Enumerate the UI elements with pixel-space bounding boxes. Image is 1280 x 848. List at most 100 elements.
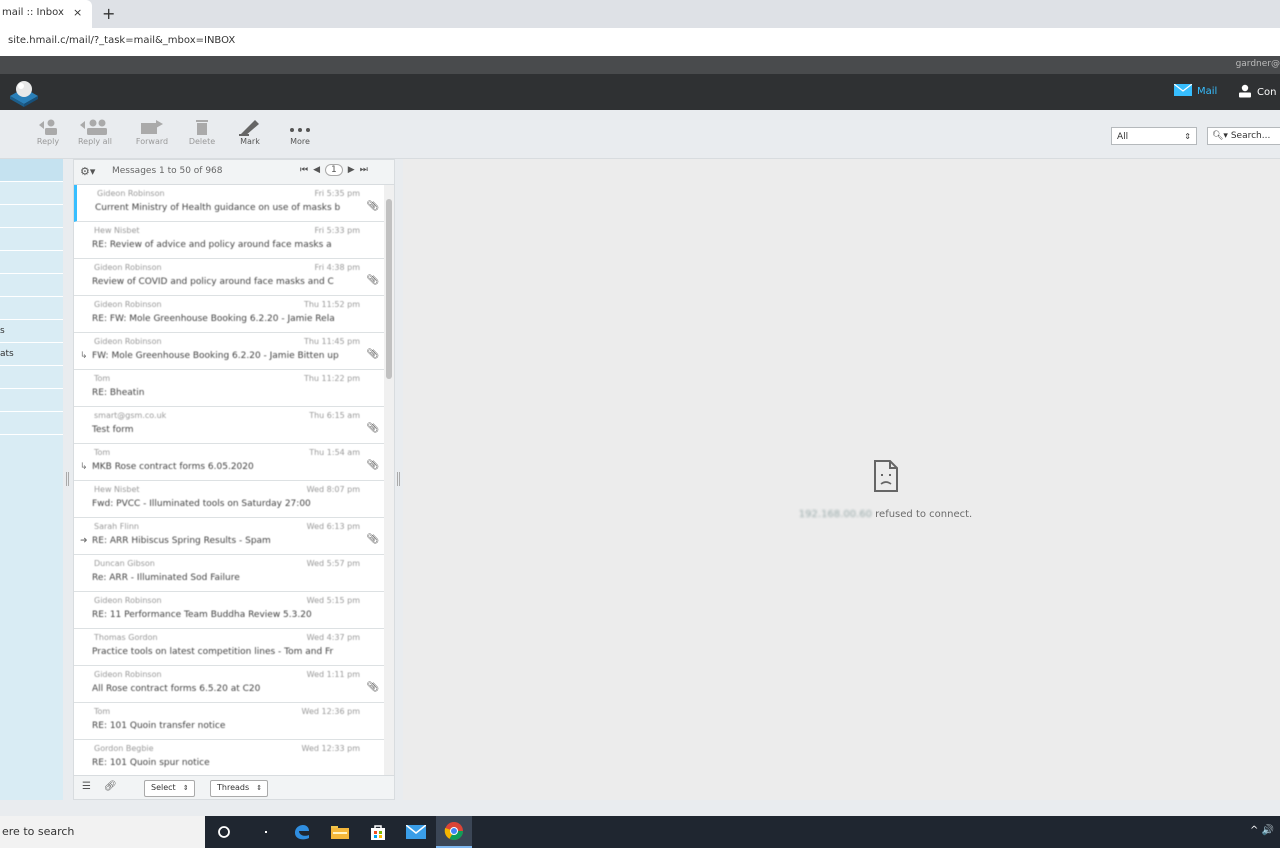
threads-expand-icon[interactable]: 🔗︎ bbox=[104, 781, 117, 792]
message-subject: RE: 11 Performance Team Buddha Review 5.… bbox=[92, 610, 312, 620]
message-row[interactable]: Hew Nisbet Fri 5:33 pm RE: Review of advic… bbox=[74, 222, 384, 259]
message-subject: FW: Mole Greenhouse Booking 6.2.20 - Jam… bbox=[92, 351, 339, 361]
forward-icon bbox=[130, 118, 174, 136]
address-bar[interactable]: site.hmail.c/mail/?_task=mail&_mbox=INBO… bbox=[0, 28, 1280, 57]
mail-app-icon[interactable] bbox=[398, 816, 434, 848]
select-dropdown[interactable]: Select ⇕ bbox=[144, 780, 195, 797]
cortana-icon[interactable] bbox=[206, 816, 242, 848]
edge-browser-icon[interactable] bbox=[284, 816, 320, 848]
connection-error-text: 192.168.00.60 refused to connect. bbox=[403, 509, 1280, 520]
forward-label: Forward bbox=[135, 137, 169, 146]
folder-item[interactable] bbox=[0, 182, 63, 205]
browser-tab[interactable]: mail :: Inbox × bbox=[0, 0, 92, 28]
list-menu-icon[interactable]: ☰ bbox=[82, 781, 91, 792]
folder-item[interactable] bbox=[0, 412, 63, 435]
message-row[interactable]: Gideon Robinson Thu 11:45 pm ↳ FW: Mole Gre… bbox=[74, 333, 384, 370]
folder-item[interactable] bbox=[0, 251, 63, 274]
message-row[interactable]: Gordon Begbie Wed 12:33 pm RE: 101 Quoin s… bbox=[74, 740, 384, 777]
file-explorer-icon[interactable] bbox=[322, 816, 358, 848]
store-icon[interactable] bbox=[360, 816, 396, 848]
url-text[interactable]: site.hmail.c/mail/?_task=mail&_mbox=INBO… bbox=[8, 35, 235, 46]
reply-button[interactable]: Reply bbox=[30, 118, 66, 146]
folder-item[interactable] bbox=[0, 159, 63, 182]
message-row[interactable]: Duncan Gibson Wed 5:57 pm Re: ARR - Illumi… bbox=[74, 555, 384, 592]
roundcube-logo-icon[interactable] bbox=[6, 78, 42, 108]
threads-dropdown[interactable]: Threads ⇕ bbox=[210, 780, 269, 797]
more-button[interactable]: More bbox=[282, 118, 318, 146]
nav-contacts[interactable]: Con bbox=[1238, 84, 1276, 101]
select-arrows-icon: ⇕ bbox=[256, 784, 263, 792]
message-sender: Gordon Begbie bbox=[94, 744, 154, 753]
first-page-icon[interactable]: ⏮ bbox=[300, 165, 308, 175]
message-subject: RE: Review of advice and policy around f… bbox=[92, 240, 332, 250]
scrollbar-thumb[interactable] bbox=[386, 199, 392, 379]
message-row[interactable]: Hew Nisbet Wed 8:07 pm Fwd: PVCC - Illumin… bbox=[74, 481, 384, 518]
last-page-icon[interactable]: ⏭ bbox=[360, 165, 368, 175]
forward-button[interactable]: Forward bbox=[130, 118, 174, 146]
search-input[interactable]: 🔍︎▾ Search... bbox=[1207, 127, 1280, 145]
username-label: gardner@ bbox=[1235, 59, 1280, 69]
folder-item[interactable] bbox=[0, 366, 63, 389]
folder-item[interactable] bbox=[0, 274, 63, 297]
delete-label: Delete bbox=[188, 137, 216, 146]
message-sender: Gideon Robinson bbox=[94, 337, 162, 346]
message-row[interactable]: Gideon Robinson Wed 5:15 pm RE: 11 Perform… bbox=[74, 592, 384, 629]
message-row[interactable]: Thomas Gordon Wed 4:37 pm Practice tools o… bbox=[74, 629, 384, 666]
message-row[interactable]: Tom Thu 1:54 am ↳ MKB Rose contract forms 6… bbox=[74, 444, 384, 481]
envelope-icon bbox=[1173, 83, 1193, 99]
message-subject: RE: Bheatin bbox=[92, 388, 145, 398]
nav-mail[interactable]: Mail bbox=[1173, 83, 1217, 99]
message-date: Wed 12:33 pm bbox=[301, 744, 360, 753]
message-sender: smart@gsm.co.uk bbox=[94, 411, 167, 420]
page-number-input[interactable]: 1 bbox=[325, 164, 343, 176]
attachment-icon: 📎︎ bbox=[366, 275, 379, 286]
message-list: ⚙▾ Messages 1 to 50 of 968 ⏮ ◀ 1 ▶ ⏭ Gid… bbox=[73, 159, 395, 800]
folder-item[interactable] bbox=[0, 205, 63, 228]
message-date: Fri 5:33 pm bbox=[314, 226, 360, 235]
prev-page-icon[interactable]: ◀ bbox=[313, 165, 320, 175]
message-row[interactable]: Tom Thu 11:22 pm RE: Bheatin bbox=[74, 370, 384, 407]
folder-item[interactable]: s bbox=[0, 320, 63, 343]
tab-close-icon[interactable]: × bbox=[73, 6, 82, 19]
chrome-icon[interactable] bbox=[436, 816, 472, 848]
reply-label: Reply bbox=[36, 137, 60, 146]
message-status-icon[interactable]: ↳ bbox=[80, 351, 88, 361]
taskbar-search-text: ere to search bbox=[2, 825, 75, 838]
message-status-icon[interactable]: ➜ bbox=[80, 536, 88, 546]
message-list-scrollbar[interactable] bbox=[384, 185, 394, 775]
message-row[interactable]: Tom Wed 12:36 pm RE: 101 Quoin transfer no… bbox=[74, 703, 384, 740]
next-page-icon[interactable]: ▶ bbox=[348, 165, 355, 175]
folder-item[interactable] bbox=[0, 389, 63, 412]
filter-select[interactable]: All ⇕ bbox=[1111, 127, 1197, 145]
new-tab-button[interactable]: + bbox=[102, 4, 115, 23]
sad-page-icon bbox=[873, 459, 899, 496]
folder-list: s ats bbox=[0, 159, 63, 800]
message-row[interactable]: Gideon Robinson Thu 11:52 pm RE: FW: Mole … bbox=[74, 296, 384, 333]
message-row[interactable]: Sarah Flinn Wed 6:13 pm ➜ RE: ARR Hibiscus … bbox=[74, 518, 384, 555]
message-row[interactable]: Gideon Robinson Fri 5:35 pm Current Minist… bbox=[74, 185, 384, 222]
folder-splitter[interactable] bbox=[66, 472, 69, 486]
system-tray[interactable]: ^ 🔊 bbox=[1250, 825, 1274, 836]
app-header: gardner@ Mail Con bbox=[0, 56, 1280, 110]
list-options-gear-icon[interactable]: ⚙▾ bbox=[80, 165, 95, 178]
task-view-icon[interactable] bbox=[248, 816, 284, 848]
preview-pane: 192.168.00.60 refused to connect. bbox=[403, 159, 1280, 800]
message-date: Wed 4:37 pm bbox=[306, 633, 360, 642]
taskbar-search[interactable]: ere to search bbox=[0, 816, 205, 848]
message-status-icon[interactable]: ↳ bbox=[80, 462, 88, 472]
preview-splitter[interactable] bbox=[397, 472, 400, 486]
delete-button[interactable]: Delete bbox=[184, 118, 220, 146]
message-row[interactable]: Gideon Robinson Fri 4:38 pm Review of COVI… bbox=[74, 259, 384, 296]
browser-tab-bar: mail :: Inbox × + bbox=[0, 0, 1280, 28]
message-row[interactable]: Gideon Robinson Wed 1:11 pm All Rose contr… bbox=[74, 666, 384, 703]
message-subject: RE: 101 Quoin spur notice bbox=[92, 758, 210, 768]
message-date: Wed 6:13 pm bbox=[306, 522, 360, 531]
message-subject: Re: ARR - Illuminated Sod Failure bbox=[92, 573, 240, 583]
attachment-icon: 📎︎ bbox=[366, 460, 379, 471]
message-row[interactable]: smart@gsm.co.uk Thu 6:15 am Test form 📎︎ bbox=[74, 407, 384, 444]
folder-item[interactable] bbox=[0, 228, 63, 251]
reply-all-button[interactable]: Reply all bbox=[70, 118, 120, 146]
mark-button[interactable]: Mark bbox=[230, 118, 270, 146]
folder-item[interactable] bbox=[0, 297, 63, 320]
folder-item[interactable]: ats bbox=[0, 343, 63, 366]
